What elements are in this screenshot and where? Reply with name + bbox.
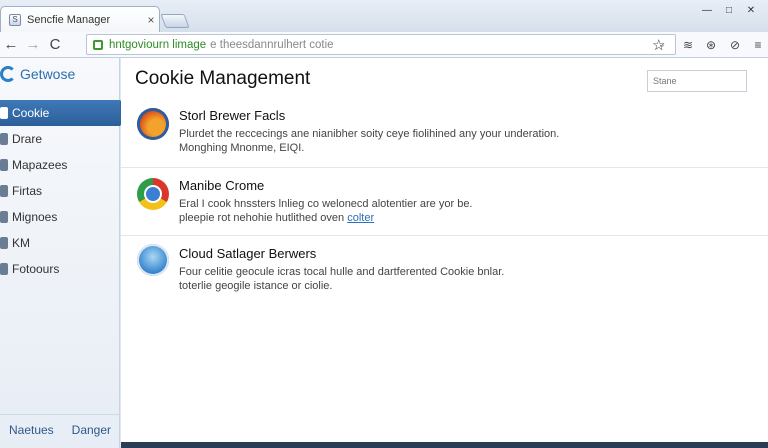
- address-bar[interactable]: hntgoviourn limage e theesdannrulhert co…: [86, 34, 676, 55]
- entry-description: Eral I cook hnssters lnlieg co welonecd …: [179, 198, 473, 210]
- list-item[interactable]: Manibe Crome Eral I cook hnssters lnlieg…: [121, 168, 768, 236]
- close-window-button[interactable]: ✕: [740, 3, 762, 19]
- page-favicon-icon: S: [9, 14, 21, 26]
- sidebar-item-label: Drare: [12, 132, 43, 146]
- nav-icon: [0, 211, 8, 223]
- entry-description: pleepie rot nehohie hutlithed oven colte…: [179, 212, 374, 224]
- sidebar-item-mapazees[interactable]: Mapazees: [0, 152, 120, 178]
- nav-icon: [0, 263, 8, 275]
- extension-icon[interactable]: ⊘: [727, 38, 743, 52]
- bottom-edge: [121, 442, 768, 448]
- forward-button[interactable]: →: [22, 34, 44, 56]
- back-button[interactable]: ←: [0, 34, 22, 56]
- entry-description-text: pleepie rot nehohie hutlithed oven: [179, 212, 345, 224]
- tab-close-icon[interactable]: ×: [143, 13, 159, 27]
- page-title: Cookie Management: [135, 68, 311, 89]
- sidebar-item-drare[interactable]: Drare: [0, 126, 120, 152]
- main-content: Cookie Management Stane Storl Brewer Fac…: [121, 58, 768, 442]
- brand[interactable]: Getwose: [0, 66, 75, 82]
- sidebar: Getwose Cookie Drare Mapazees Firtas Mig…: [0, 58, 131, 448]
- nav-icon: [0, 185, 8, 197]
- minimize-button[interactable]: —: [696, 3, 718, 19]
- safari-icon: [137, 244, 169, 276]
- sidebar-item-mignoes[interactable]: Mignoes: [0, 204, 120, 230]
- browser-tab[interactable]: S Sencfie Manager ×: [0, 6, 160, 33]
- nav-icon: [0, 237, 8, 249]
- cookie-icon: [0, 107, 8, 119]
- list-item[interactable]: Storl Brewer Facls Plurdet the reccecing…: [121, 98, 768, 168]
- brand-name: Getwose: [20, 66, 76, 82]
- sidebar-item-cookie[interactable]: Cookie: [0, 100, 131, 126]
- sidebar-item-fotoours[interactable]: Fotoours: [0, 256, 120, 282]
- window-controls: — □ ✕: [696, 3, 762, 19]
- sidebar-item-firtas[interactable]: Firtas: [0, 178, 120, 204]
- sidebar-footer: Naetues Danger: [0, 414, 120, 444]
- sidebar-item-label: Fotoours: [12, 262, 60, 276]
- footer-link-naetues[interactable]: Naetues: [9, 423, 54, 437]
- entry-description: Plurdet the reccecings ane nianibher soi…: [179, 128, 560, 140]
- entry-description: Four celitie geocule icras tocal hulle a…: [179, 266, 505, 278]
- secure-lock-icon: [93, 39, 103, 50]
- sidebar-nav: Cookie Drare Mapazees Firtas Mignoes KM …: [0, 100, 131, 282]
- bookmark-star-icon[interactable]: ☆: [652, 36, 665, 54]
- entry-link[interactable]: colter: [347, 212, 374, 224]
- tab-title: Sencfie Manager: [27, 14, 111, 26]
- sidebar-item-label: Firtas: [12, 184, 42, 198]
- chrome-icon: [137, 178, 169, 210]
- sidebar-item-label: Mignoes: [12, 210, 58, 224]
- entry-title: Manibe Crome: [179, 178, 265, 193]
- extension-icon[interactable]: ≋: [680, 38, 696, 52]
- sidebar-item-label: Cookie: [12, 106, 50, 120]
- nav-icon: [0, 159, 8, 171]
- brand-logo-icon: [0, 66, 16, 82]
- sidebar-item-label: KM: [12, 236, 30, 250]
- entry-description: Monghing Mnonme, EIQI.: [179, 142, 305, 154]
- nav-icon: [0, 133, 8, 145]
- url-path: e theesdannrulhert cotie: [210, 38, 334, 51]
- firefox-icon: [137, 108, 169, 140]
- entry-description: toterlie geogile istance or ciolie.: [179, 280, 333, 292]
- sidebar-item-label: Mapazees: [12, 158, 68, 172]
- reload-button[interactable]: C: [44, 34, 66, 56]
- sidebar-item-km[interactable]: KM: [0, 230, 120, 256]
- maximize-button[interactable]: □: [718, 3, 740, 19]
- list-item[interactable]: Cloud Satlager Berwers Four celitie geoc…: [121, 236, 768, 306]
- browser-toolbar: ← → C hntgoviourn limage e theesdannrulh…: [0, 32, 768, 58]
- extension-icon[interactable]: ⊛: [703, 38, 719, 52]
- search-input[interactable]: Stane: [647, 70, 747, 92]
- menu-icon[interactable]: ≡: [750, 38, 766, 52]
- entry-title: Storl Brewer Facls: [179, 108, 286, 123]
- new-tab-button[interactable]: [160, 14, 190, 28]
- title-bar: S Sencfie Manager × — □ ✕: [0, 0, 768, 33]
- entry-title: Cloud Satlager Berwers: [179, 246, 317, 261]
- footer-link-danger[interactable]: Danger: [72, 423, 111, 437]
- url-host: hntgoviourn limage: [109, 38, 207, 51]
